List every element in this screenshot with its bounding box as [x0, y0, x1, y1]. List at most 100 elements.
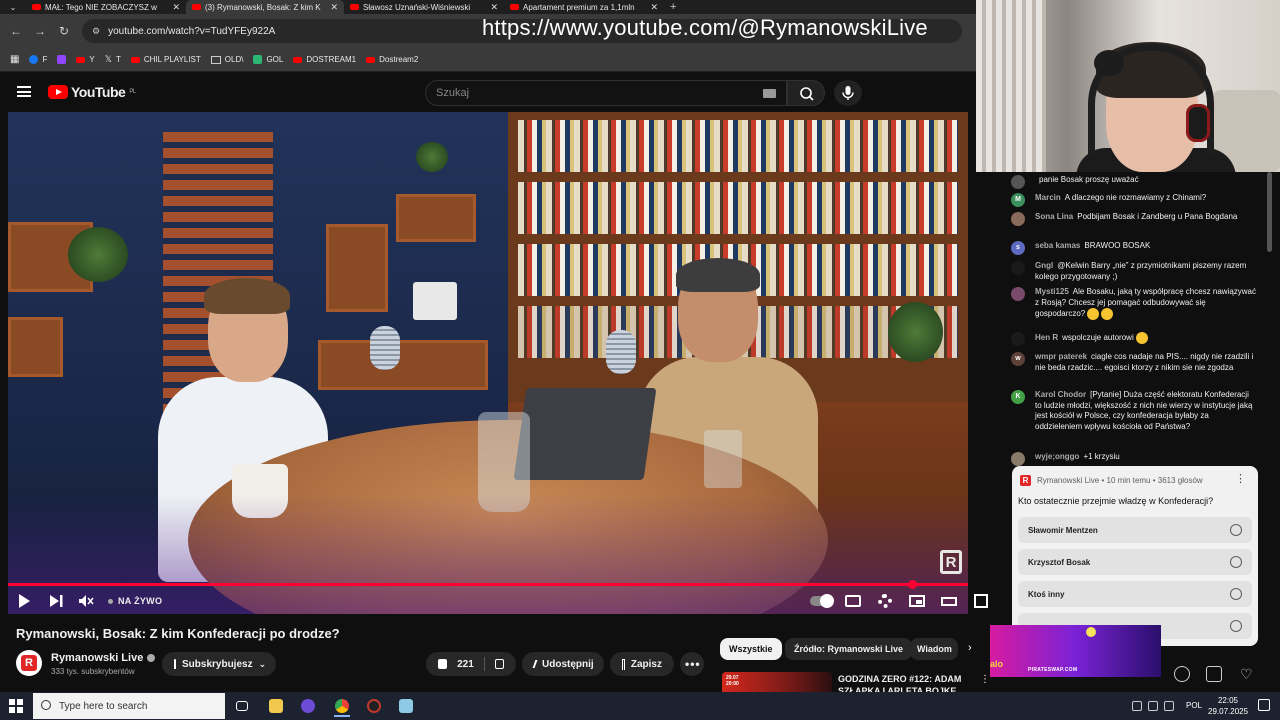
site-info-icon[interactable]: ⚙: [92, 26, 100, 37]
save-button[interactable]: Zapisz: [610, 652, 674, 676]
chrome-button[interactable]: [328, 695, 356, 717]
chat-scrollbar-thumb[interactable]: [1267, 172, 1272, 252]
keyboard-icon[interactable]: [763, 89, 776, 98]
app-button[interactable]: [360, 695, 388, 717]
reload-icon[interactable]: ↻: [52, 24, 76, 38]
bookmark-item[interactable]: Y: [76, 55, 95, 64]
chip-channel[interactable]: Źródło: Rymanowski Live: [785, 638, 913, 660]
autoplay-toggle[interactable]: [808, 592, 834, 610]
live-indicator[interactable]: NA ŻYWO: [108, 592, 162, 610]
thumbs-down-icon[interactable]: [494, 659, 504, 669]
play-button[interactable]: [17, 592, 31, 610]
radio-icon[interactable]: [1230, 556, 1242, 568]
overlay-ad-banner[interactable]: alo PIRATESWAP.COM: [990, 625, 1161, 677]
language-indicator[interactable]: POL: [1186, 701, 1202, 710]
radio-icon[interactable]: [1230, 620, 1242, 632]
notification-icon[interactable]: [1258, 699, 1270, 711]
taskbar-search[interactable]: Type here to search: [33, 693, 225, 719]
chat-avatar[interactable]: s: [1011, 241, 1025, 255]
tab-search-button[interactable]: ⌄: [0, 0, 26, 14]
progress-bar[interactable]: [8, 580, 968, 589]
search-button[interactable]: [787, 80, 825, 106]
poll-option[interactable]: Krzysztof Bosak: [1018, 549, 1252, 575]
apps-grid-icon[interactable]: ▦: [10, 54, 19, 65]
chat-avatar[interactable]: [1011, 261, 1025, 275]
app-button[interactable]: [294, 695, 322, 717]
bookmark-item[interactable]: [57, 55, 67, 64]
chat-avatar[interactable]: w: [1011, 352, 1025, 366]
settings-button[interactable]: [876, 592, 894, 610]
browser-tab[interactable]: Apartament premium za 1,1mln ✕: [504, 0, 664, 14]
subscribe-button[interactable]: Subskrybujesz ⌄: [162, 652, 276, 676]
chip-news[interactable]: Wiadom: [910, 638, 958, 660]
fullscreen-button[interactable]: [972, 592, 990, 610]
bookmark-item[interactable]: GOL: [253, 55, 283, 64]
captions-icon: [845, 595, 861, 607]
studio-microphone: [606, 330, 636, 374]
recommendation-thumbnail[interactable]: 29.07 20:00: [722, 672, 832, 694]
new-tab-icon[interactable]: +: [664, 1, 682, 13]
chat-avatar[interactable]: K: [1011, 390, 1025, 404]
bookmark-item[interactable]: 𝕏T: [105, 54, 121, 65]
bookmark-folder[interactable]: OLD\: [210, 55, 243, 64]
emoji-picker-icon[interactable]: [1174, 666, 1190, 682]
bookmark-item[interactable]: DOSTREAM1: [293, 55, 356, 64]
theater-mode-button[interactable]: [940, 592, 958, 610]
mute-button[interactable]: [78, 592, 94, 610]
video-player[interactable]: R: [8, 112, 968, 614]
bookmark-item[interactable]: CHIL PLAYLIST: [130, 55, 201, 64]
windows-start-icon[interactable]: [9, 699, 23, 713]
bookmark-item[interactable]: Dostream2: [366, 55, 418, 64]
share-button[interactable]: Udostępnij: [522, 652, 604, 676]
channel-name[interactable]: Rymanowski Live: [51, 652, 156, 664]
more-vertical-icon[interactable]: ⋮: [1235, 472, 1246, 485]
chat-avatar[interactable]: [1011, 452, 1025, 466]
task-view-button[interactable]: [228, 695, 256, 717]
menu-icon[interactable]: [17, 86, 31, 97]
youtube-logo[interactable]: YouTube PL: [48, 84, 136, 100]
browser-tab[interactable]: Sławosz Uznański-Wiśniewski ✕: [344, 0, 504, 14]
radio-icon[interactable]: [1230, 588, 1242, 600]
forward-arrow-icon[interactable]: →: [28, 24, 52, 38]
browser-tab[interactable]: MAŁ: Tego NIE ZOBACZYSZ w ✕: [26, 0, 186, 14]
channel-watermark-icon[interactable]: R: [940, 550, 962, 574]
close-tab-icon[interactable]: ✕: [490, 2, 498, 13]
back-arrow-icon[interactable]: ←: [4, 24, 28, 38]
app-button[interactable]: [392, 695, 420, 717]
close-tab-icon[interactable]: ✕: [330, 2, 338, 13]
browser-tab-strip: ⌄ MAŁ: Tego NIE ZOBACZYSZ w ✕ (3) Rymano…: [0, 0, 976, 14]
chip-all[interactable]: Wszystkie: [720, 638, 782, 660]
chevron-right-icon[interactable]: ›: [968, 642, 972, 654]
volume-icon[interactable]: [1164, 701, 1174, 711]
close-tab-icon[interactable]: ✕: [172, 2, 180, 13]
subtitles-button[interactable]: [844, 592, 862, 610]
more-vertical-icon[interactable]: ⋮: [980, 674, 990, 685]
clock[interactable]: 22:05 29.07.2025: [1208, 695, 1248, 717]
channel-avatar[interactable]: R: [16, 650, 42, 676]
network-icon[interactable]: [1148, 701, 1158, 711]
chat-avatar[interactable]: [1011, 332, 1025, 346]
close-tab-icon[interactable]: ✕: [650, 2, 658, 13]
chat-scrollbar[interactable]: [1266, 172, 1274, 632]
search-input[interactable]: Szukaj: [425, 80, 787, 106]
file-explorer-button[interactable]: [262, 695, 290, 717]
tray-chevron-icon[interactable]: [1132, 701, 1142, 711]
bookmark-item[interactable]: F: [29, 55, 47, 64]
like-count[interactable]: 221: [457, 659, 474, 670]
browser-tab-active[interactable]: (3) Rymanowski, Bosak: Z kim K ✕: [186, 0, 344, 14]
chat-avatar[interactable]: [1011, 212, 1025, 226]
chat-avatar[interactable]: [1011, 287, 1025, 301]
radio-icon[interactable]: [1230, 524, 1242, 536]
next-button[interactable]: [48, 592, 64, 610]
poll-option[interactable]: Sławomir Mentzen: [1018, 517, 1252, 543]
more-actions-button[interactable]: •••: [680, 652, 704, 676]
miniplayer-button[interactable]: [908, 592, 926, 610]
chat-avatar[interactable]: M: [1011, 193, 1025, 207]
poll-option[interactable]: Ktoś inny: [1018, 581, 1252, 607]
chat-avatar[interactable]: [1011, 175, 1025, 189]
thumbs-up-icon[interactable]: [438, 659, 448, 669]
obs-icon: [367, 699, 381, 713]
heart-icon[interactable]: ♡: [1240, 666, 1253, 683]
super-chat-icon[interactable]: [1206, 666, 1222, 682]
voice-search-button[interactable]: [834, 80, 862, 106]
